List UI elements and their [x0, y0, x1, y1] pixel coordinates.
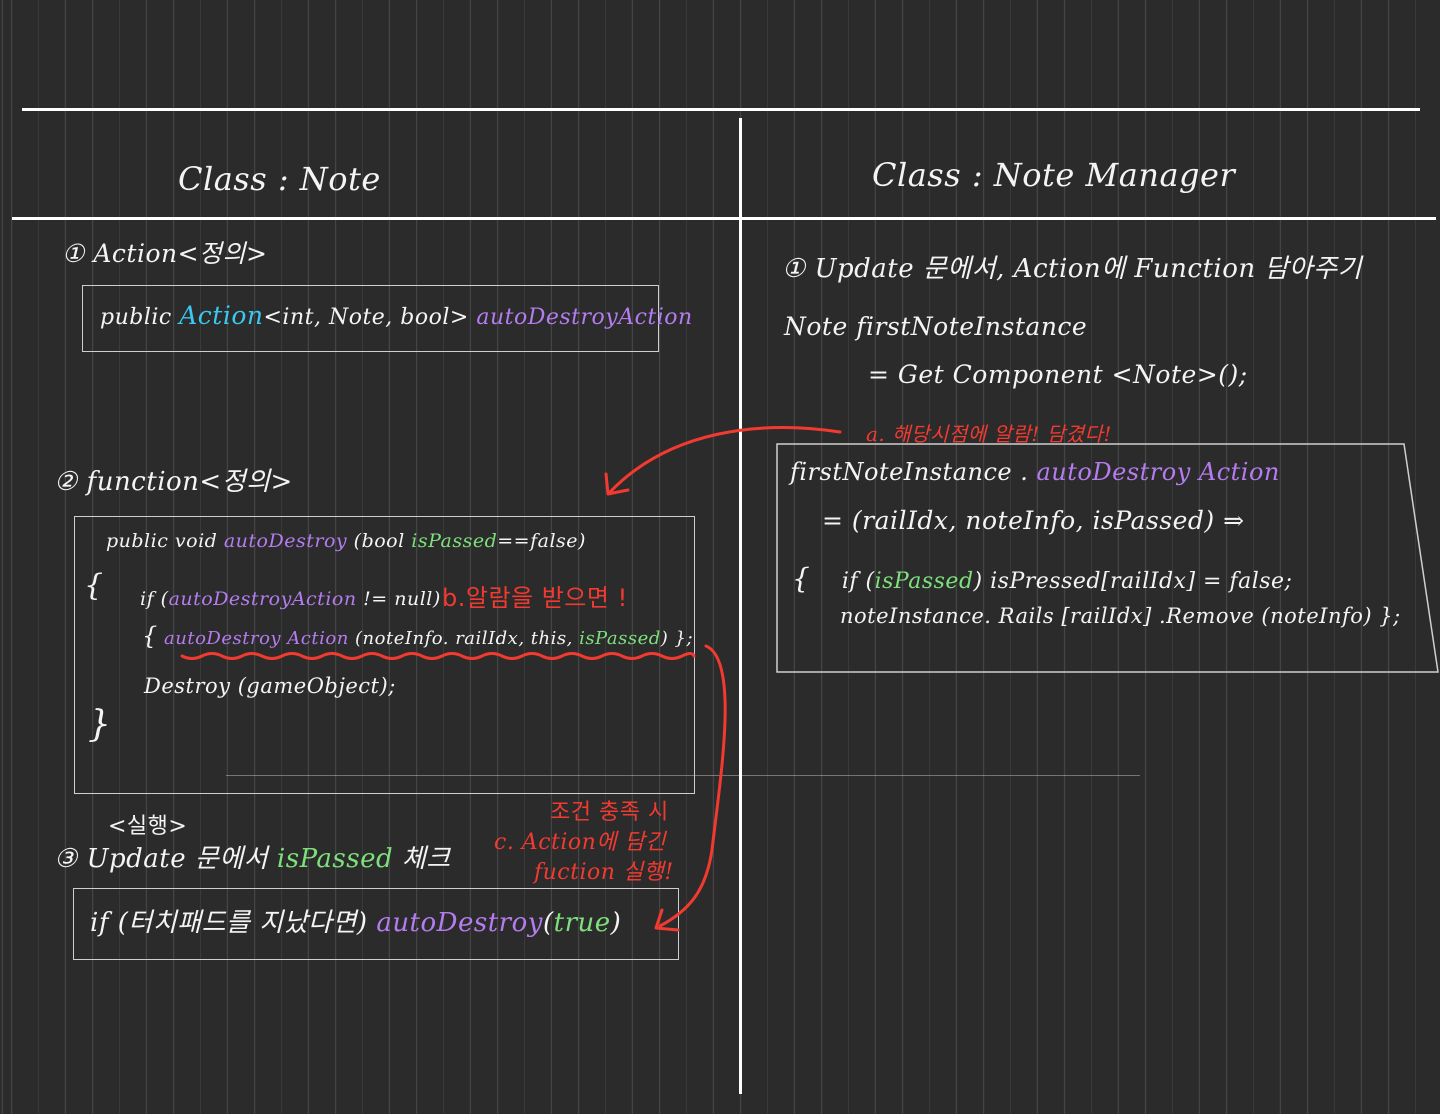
update-check-close: ) — [610, 908, 622, 938]
function-brace-close: } — [88, 704, 112, 745]
annotation-c-line3: fuction 실행! — [534, 860, 674, 885]
lambda-body-line1: { if (isPassed) isPressed[railIdx] = fal… — [792, 562, 1292, 595]
action-generic: <int, Note, bool> — [263, 305, 469, 330]
invoke-args: (noteInfo. railIdx, this, — [355, 628, 573, 649]
destroy-line: Destroy (gameObject); — [144, 674, 396, 698]
update-check-condition: if (터치패드를 지났다면) — [90, 908, 368, 938]
lambda-if: if ( — [841, 569, 875, 594]
if-keyword: if ( — [140, 588, 169, 610]
lambda-param: isPassed — [874, 569, 974, 594]
null-check-condition: != null) — [363, 588, 441, 610]
annotation-a: a. 해당시점에 알람! 담겼다! — [866, 422, 1112, 446]
null-check-action-name: autoDestroyAction — [168, 588, 357, 610]
public-keyword: public — [100, 305, 172, 330]
step3-heading-param: isPassed — [276, 844, 394, 874]
assigned-action-name: autoDestroy Action — [1036, 458, 1280, 486]
right-step1-heading: ① Update 문에서, Action에 Function 담아주기 — [782, 254, 1363, 284]
center-divider — [739, 118, 742, 1094]
exec-label: <실행> — [108, 814, 188, 839]
action-name: autoDestroyAction — [476, 305, 693, 330]
get-component-line: = Get Component <Note>(); — [868, 360, 1248, 389]
function-brace-open: { — [84, 568, 104, 603]
function-param-open: (bool — [353, 530, 405, 552]
step3-heading: ③ Update 문에서 isPassed 체크 — [54, 838, 451, 875]
right-class-title: Class : Note Manager — [872, 156, 1236, 194]
top-rule — [22, 108, 1420, 111]
invoke-action-name: autoDestroy Action — [164, 628, 349, 649]
update-check-call: autoDestroy — [376, 908, 543, 938]
step3-heading-pre: ③ Update 문에서 — [54, 844, 269, 874]
step1-heading: ① Action<정의> — [62, 239, 268, 268]
assignment-line1: firstNoteInstance . autoDestroy Action — [790, 458, 1280, 486]
action-type: Action — [179, 301, 264, 330]
function-param-name: isPassed — [411, 530, 498, 552]
function-definition-box — [74, 516, 695, 794]
annotation-c-line2: c. Action에 담긴 — [494, 830, 667, 855]
lambda-brace: { — [792, 562, 811, 595]
null-check-line: if (autoDestroyAction != null) — [140, 588, 441, 610]
lambda-body-line2: noteInstance. Rails [railIdx] .Remove (n… — [840, 604, 1401, 628]
annotation-c-line1: 조건 충족 시 — [550, 800, 669, 825]
function-signature: public void autoDestroy (bool isPassed==… — [106, 530, 586, 552]
update-check-code: if (터치패드를 지났다면) autoDestroy(true) — [90, 902, 621, 939]
step3-heading-post: 체크 — [401, 844, 451, 874]
action-definition-code: public Action<int, Note, bool> autoDestr… — [100, 301, 693, 330]
lambda-assign: ) isPressed[railIdx] = false; — [973, 569, 1293, 594]
invoke-param: isPassed — [579, 628, 661, 649]
step2-heading: ② function<정의> — [54, 467, 293, 497]
lambda-signature: = (railIdx, noteInfo, isPassed) ⇒ — [822, 506, 1245, 535]
function-keywords: public void — [106, 530, 218, 552]
invoke-action-line: { autoDestroy Action (noteInfo. railIdx,… — [142, 622, 693, 650]
note-declaration: Note firstNoteInstance — [784, 312, 1088, 341]
annotation-b: b.알람을 받으면 ! — [442, 584, 628, 612]
first-note-instance-ref: firstNoteInstance . — [790, 458, 1029, 486]
left-class-title: Class : Note — [178, 160, 381, 198]
update-check-arg: true — [553, 908, 611, 938]
invoke-brace: { — [142, 622, 158, 650]
update-check-open: ( — [542, 908, 554, 938]
function-name: autoDestroy — [223, 530, 348, 552]
function-param-default: ==false) — [497, 530, 586, 552]
header-rule — [12, 217, 1436, 220]
invoke-end: ) }; — [660, 628, 694, 649]
